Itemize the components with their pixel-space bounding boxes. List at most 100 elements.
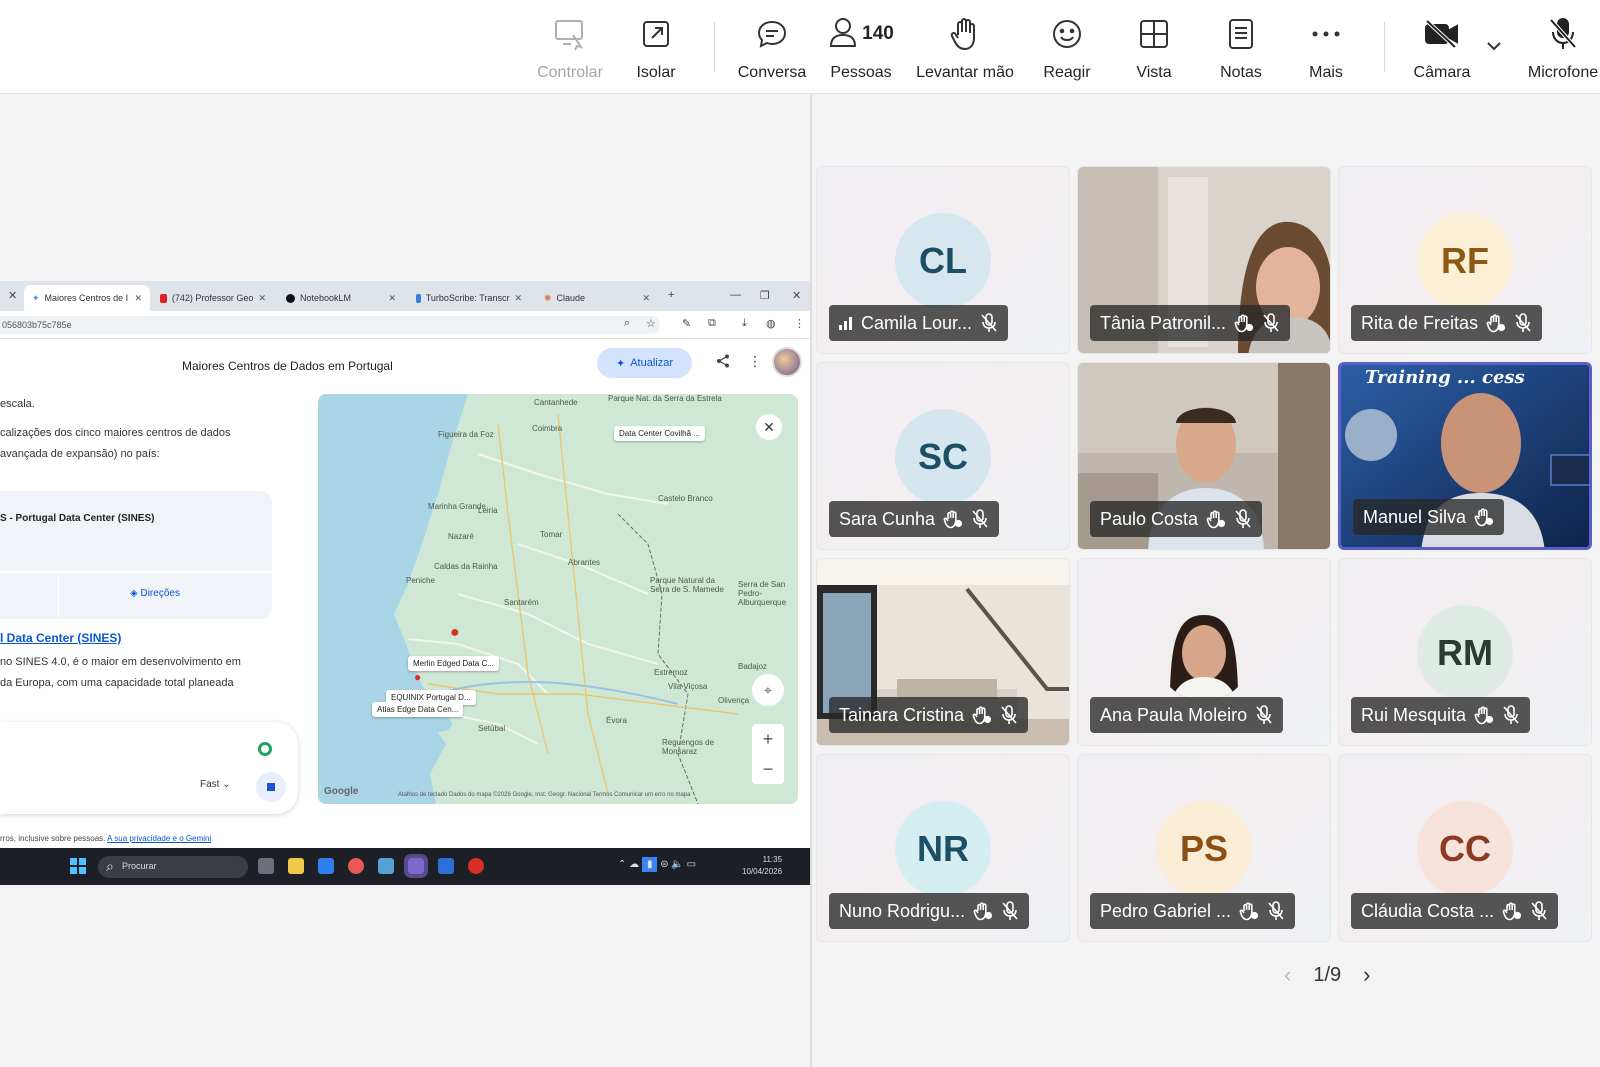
participant-name-pill: Nuno Rodrigu... ? <box>829 893 1030 929</box>
participant-tile[interactable]: NR Nuno Rodrigu... ? <box>816 754 1070 942</box>
participant-tile[interactable]: CC Cláudia Costa ... ? <box>1338 754 1592 942</box>
stop-button[interactable] <box>256 772 286 802</box>
map-place-label[interactable]: Atlas Edge Data Cen... <box>372 702 464 717</box>
microphone-button[interactable]: Microfone <box>1520 14 1600 84</box>
hand-icon <box>950 14 980 54</box>
participant-name-pill: Rui Mesquita ? <box>1351 697 1531 733</box>
task-view-icon[interactable] <box>258 858 274 874</box>
browser-tab[interactable]: TurboScribe: Transcr ✕ <box>408 285 530 311</box>
model-selector[interactable]: Fast ⌄ <box>200 779 231 790</box>
participant-tile[interactable]: PS Pedro Gabriel ... ? <box>1077 754 1331 942</box>
prompt-input-box[interactable]: Fast ⌄ <box>0 722 298 814</box>
browser-tab[interactable]: (742) Professor Geo ✕ <box>152 285 274 311</box>
notes-button[interactable]: Notas <box>1206 14 1276 84</box>
place-card[interactable]: S - Portugal Data Center (SINES) ◈ Direç… <box>0 491 272 619</box>
previous-page-chevron-icon[interactable]: ‹ <box>1284 962 1291 988</box>
participant-tile[interactable]: Ana Paula Moleiro <box>1077 558 1331 746</box>
camera-button[interactable]: Câmara <box>1404 14 1480 84</box>
participant-tile[interactable]: Tainara Cristina ? <box>816 558 1070 746</box>
card-divider <box>0 571 272 573</box>
minimize-icon[interactable]: — <box>730 289 741 301</box>
pen-icon[interactable]: ✎ <box>682 317 691 330</box>
user-avatar[interactable] <box>772 347 802 377</box>
app-icon[interactable] <box>438 858 454 874</box>
camera-options-chevron-icon[interactable] <box>1486 38 1502 56</box>
zoom-out-icon[interactable]: − <box>752 754 784 784</box>
app-icon[interactable] <box>468 858 484 874</box>
participant-photo-avatar <box>1156 605 1252 701</box>
mic-off-icon <box>1001 901 1019 921</box>
map-place-label[interactable]: Data Center Covilhã ... <box>614 426 705 441</box>
tab-close-icon: ✕ <box>388 292 396 303</box>
participant-tile[interactable]: Paulo Costa ? <box>1077 362 1331 550</box>
participant-tile[interactable]: SC Sara Cunha ? <box>816 362 1070 550</box>
response-text: avançada de expansão) no país: <box>0 448 160 460</box>
map-locate-icon[interactable]: ⌖ <box>752 674 784 706</box>
response-text: escala. <box>0 398 35 410</box>
browser-tab[interactable]: ✦ Maiores Centros de I ✕ <box>24 285 150 311</box>
notes-icon <box>1227 14 1255 54</box>
map-zoom-controls[interactable]: + − <box>752 724 784 784</box>
system-tray[interactable]: ⌃ ☁ ▮ ⊜ 🔈 ▭ <box>618 857 696 872</box>
update-button[interactable]: ✦ Atualizar <box>597 348 692 378</box>
privacy-link[interactable]: A sua privacidade e o Gemini <box>107 834 211 843</box>
share-icon[interactable] <box>716 354 730 371</box>
chat-button[interactable]: Conversa <box>734 14 810 84</box>
react-button[interactable]: Reagir <box>1032 14 1102 84</box>
hand-raised-icon: ? <box>1474 705 1494 725</box>
toolbar-divider <box>714 22 715 72</box>
menu-icon[interactable]: ⋮ <box>794 317 805 330</box>
control-button[interactable]: Controlar <box>530 14 610 84</box>
zoom-in-icon[interactable]: + <box>752 724 784 754</box>
participant-tile[interactable]: RM Rui Mesquita ? <box>1338 558 1592 746</box>
participant-avatar: NR <box>895 801 991 897</box>
url-field[interactable]: 056803b75c785e <box>0 316 660 334</box>
map-view[interactable]: Cantanhede Parque Nat. da Serra da Estre… <box>318 394 798 804</box>
map-close-icon[interactable]: ✕ <box>756 414 782 440</box>
hand-raised-icon: ? <box>1502 901 1522 921</box>
people-button[interactable]: 140 Pessoas <box>824 14 898 84</box>
participant-tile[interactable]: Tânia Patronil... ? <box>1077 166 1331 354</box>
live-mic-icon[interactable] <box>258 742 272 756</box>
taskbar-search[interactable]: Procurar <box>98 856 248 878</box>
chrome-icon[interactable] <box>348 858 364 874</box>
map-terrain <box>394 394 798 804</box>
download-icon[interactable]: ⤓ <box>742 317 747 330</box>
more-options-icon[interactable]: ⋮ <box>748 353 762 370</box>
app-icon[interactable] <box>378 858 394 874</box>
maximize-icon[interactable]: ❐ <box>760 289 770 302</box>
windows-start-icon[interactable] <box>70 858 86 879</box>
more-button[interactable]: Mais <box>1294 14 1358 84</box>
new-tab-icon[interactable]: + <box>668 289 674 301</box>
map-place-label[interactable]: Merlin Edged Data C... <box>408 656 499 671</box>
app-icon[interactable] <box>318 858 334 874</box>
hand-raised-icon: ? <box>1234 313 1254 333</box>
file-explorer-icon[interactable] <box>288 858 304 874</box>
participant-avatar: SC <box>895 409 991 505</box>
map-pin-icon[interactable]: ● <box>450 624 460 642</box>
zoom-icon[interactable]: ⌕ <box>624 317 630 330</box>
map-pin-icon[interactable]: ● <box>414 670 421 684</box>
isolate-button[interactable]: Isolar <box>620 14 692 84</box>
smiley-icon <box>1051 14 1083 54</box>
next-page-chevron-icon[interactable]: › <box>1363 962 1370 988</box>
profile-icon[interactable]: ◍ <box>766 317 776 330</box>
browser-tab[interactable]: NotebookLM ✕ <box>278 285 404 311</box>
toolbar-divider <box>1384 22 1385 72</box>
participant-tile-speaking[interactable]: Training ... cess Manuel Silva ? <box>1338 362 1592 550</box>
browser-tab[interactable]: ✺ Claude ✕ <box>536 285 658 311</box>
view-button[interactable]: Vista <box>1119 14 1189 84</box>
participant-tile[interactable]: RF Rita de Freitas ? <box>1338 166 1592 354</box>
data-center-link[interactable]: l Data Center (SINES) <box>0 631 121 645</box>
star-icon[interactable]: ☆ <box>646 317 656 330</box>
window-close-icon[interactable]: ✕ <box>792 289 801 302</box>
extensions-icon[interactable]: ⧉ <box>708 317 716 330</box>
response-text: no SINES 4.0, é o maior em desenvolvimen… <box>0 656 241 668</box>
teams-icon[interactable] <box>404 854 428 878</box>
participant-avatar: RF <box>1417 213 1513 309</box>
taskbar-clock[interactable]: 11:35 10/04/2026 <box>742 854 782 878</box>
raise-hand-button[interactable]: Levantar mão <box>912 14 1018 84</box>
participant-tile[interactable]: CL Camila Lour... <box>816 166 1070 354</box>
shared-screen-content[interactable]: ✕ ✦ Maiores Centros de I ✕ (742) Profess… <box>0 281 810 885</box>
directions-button[interactable]: ◈ Direções <box>130 588 180 599</box>
